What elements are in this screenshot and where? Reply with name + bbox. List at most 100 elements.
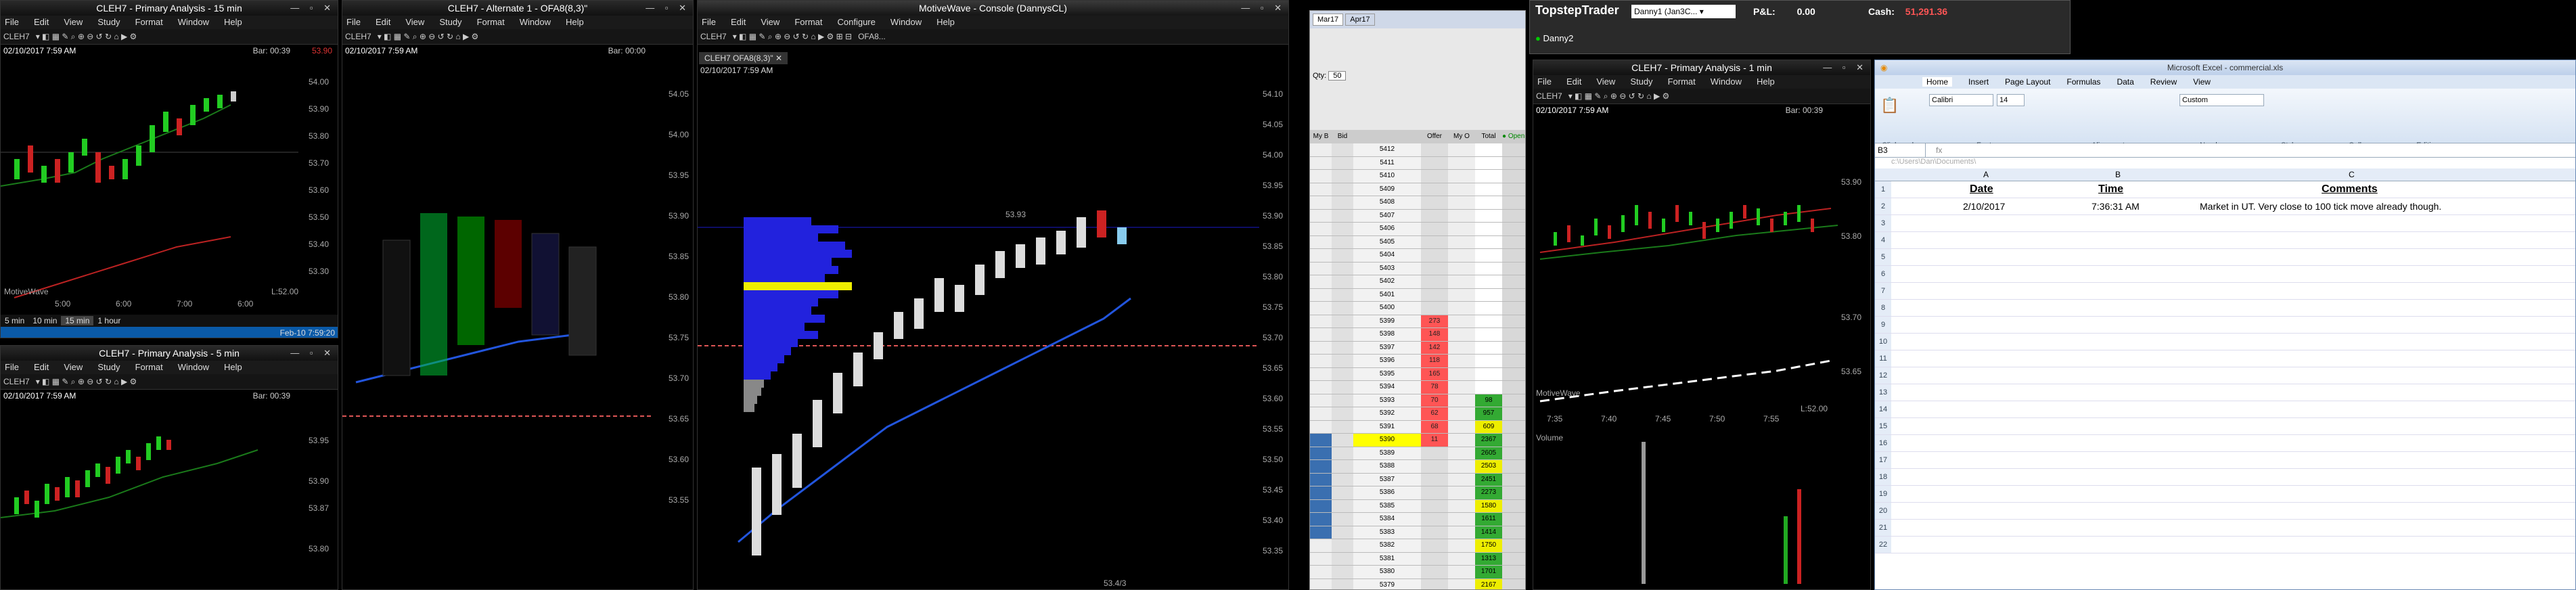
price-cell[interactable]: 5399	[1353, 315, 1421, 327]
dom-row[interactable]: 5389 2605	[1310, 447, 1525, 460]
offer-cell[interactable]	[1421, 223, 1448, 235]
sheet-row[interactable]: 19	[1875, 486, 2575, 503]
my-offer-cell[interactable]	[1448, 315, 1475, 327]
my-offer-cell[interactable]	[1448, 552, 1475, 565]
my-bid-cell[interactable]	[1310, 209, 1332, 222]
dom-row[interactable]: 5403	[1310, 262, 1525, 275]
total-cell[interactable]: 1750	[1475, 539, 1502, 552]
tab-15min[interactable]: 15 min	[61, 316, 94, 325]
offer-cell[interactable]	[1421, 499, 1448, 512]
my-bid-cell[interactable]	[1310, 143, 1332, 156]
bid-cell[interactable]	[1332, 460, 1353, 473]
tab-10min[interactable]: 10 min	[28, 316, 61, 325]
my-bid-cell[interactable]	[1310, 499, 1332, 512]
my-bid-cell[interactable]	[1310, 262, 1332, 275]
offer-cell[interactable]: 118	[1421, 355, 1448, 367]
my-bid-cell[interactable]	[1310, 447, 1332, 459]
row-number[interactable]: 16	[1875, 435, 1891, 451]
price-cell[interactable]: 5393	[1353, 394, 1421, 407]
bid-cell[interactable]	[1332, 275, 1353, 288]
data-cell[interactable]: Market in UT. Very close to 100 tick mov…	[2200, 198, 2441, 214]
row-number[interactable]: 17	[1875, 452, 1891, 468]
tab-review[interactable]: Review	[2150, 77, 2177, 87]
total-cell[interactable]: 2605	[1475, 447, 1502, 459]
offer-cell[interactable]	[1421, 539, 1448, 552]
price-cell[interactable]: 5386	[1353, 486, 1421, 499]
offer-cell[interactable]	[1421, 552, 1448, 565]
total-cell[interactable]: 2503	[1475, 460, 1502, 473]
dom-row[interactable]: 5399 273	[1310, 315, 1525, 328]
price-chart-1min[interactable]: MotiveWave L:52.00 7:35 7:40 7:45 7:50 7…	[1533, 117, 1871, 590]
total-cell[interactable]	[1475, 249, 1502, 262]
dom-row[interactable]: 5385 1580	[1310, 499, 1525, 513]
menu-file[interactable]: File	[1537, 76, 1552, 87]
dom-row[interactable]: 5412	[1310, 143, 1525, 157]
title-bar[interactable]: CLEH7 - Primary Analysis - 1 min — ▫ ✕	[1533, 60, 1870, 75]
toolbar-icons[interactable]: ▾ ◧ ▦ ✎ ⌕ ⊕ ⊖ ↺ ↻ ⌂ ▶ ⚙	[1568, 91, 1670, 101]
offer-cell[interactable]	[1421, 447, 1448, 459]
sheet-row[interactable]: 11	[1875, 350, 2575, 367]
dom-row[interactable]: 5409	[1310, 183, 1525, 196]
price-cell[interactable]: 5382	[1353, 539, 1421, 552]
price-cell[interactable]: 5387	[1353, 473, 1421, 486]
dom-row[interactable]: 5391 68 609	[1310, 420, 1525, 434]
bid-cell[interactable]	[1332, 209, 1353, 222]
price-chart-15min[interactable]: 5:00 6:00 7:00 6:00 54.00 53.90 53.80 53…	[1, 58, 338, 308]
my-offer-cell[interactable]	[1448, 235, 1475, 248]
dom-row[interactable]: 5401	[1310, 288, 1525, 302]
total-cell[interactable]: 1701	[1475, 566, 1502, 578]
menu-view[interactable]: View	[64, 17, 83, 27]
sheet-row[interactable]: 18	[1875, 469, 2575, 486]
bid-cell[interactable]	[1332, 341, 1353, 354]
dom-row[interactable]: 5411	[1310, 156, 1525, 170]
price-cell[interactable]: 5403	[1353, 262, 1421, 275]
price-cell[interactable]: 5392	[1353, 407, 1421, 420]
offer-cell[interactable]	[1421, 235, 1448, 248]
bid-cell[interactable]	[1332, 183, 1353, 196]
sheet-row[interactable]: 13	[1875, 384, 2575, 401]
menu-format[interactable]: Format	[794, 17, 822, 27]
row-number[interactable]: 9	[1875, 317, 1891, 333]
bid-cell[interactable]	[1332, 473, 1353, 486]
dom-row[interactable]: 5382 1750	[1310, 539, 1525, 553]
price-cell[interactable]: 5389	[1353, 447, 1421, 459]
row-number[interactable]: 3	[1875, 215, 1891, 231]
sheet-row[interactable]: 5	[1875, 249, 2575, 266]
total-cell[interactable]	[1475, 170, 1502, 183]
bid-cell[interactable]	[1332, 434, 1353, 447]
tab-view[interactable]: View	[2193, 77, 2211, 87]
my-offer-cell[interactable]	[1448, 460, 1475, 473]
my-offer-cell[interactable]	[1448, 367, 1475, 380]
sheet-row[interactable]: 14	[1875, 401, 2575, 418]
my-offer-cell[interactable]	[1448, 328, 1475, 341]
my-offer-cell[interactable]	[1448, 170, 1475, 183]
dom-row[interactable]: 5383 1414	[1310, 526, 1525, 539]
col-header-a[interactable]: A	[1983, 168, 1989, 181]
tab-formulas[interactable]: Formulas	[2066, 77, 2100, 87]
my-bid-cell[interactable]	[1310, 539, 1332, 552]
menu-view[interactable]: View	[64, 362, 83, 372]
menu-window[interactable]: Window	[890, 17, 922, 27]
bid-cell[interactable]	[1332, 513, 1353, 526]
toolbar-icons[interactable]: ▾ ◧ ▦ ✎ ⌕ ⊕ ⊖ ↺ ↻ ⌂ ▶ ⚙ ⊞ ⊟	[733, 32, 852, 41]
dom-row[interactable]: 5394 78	[1310, 381, 1525, 394]
bid-cell[interactable]	[1332, 367, 1353, 380]
total-cell[interactable]	[1475, 288, 1502, 301]
total-cell[interactable]: 1580	[1475, 499, 1502, 512]
row-number[interactable]: 12	[1875, 367, 1891, 384]
my-offer-cell[interactable]	[1448, 486, 1475, 499]
menu-window[interactable]: Window	[178, 17, 209, 27]
my-bid-cell[interactable]	[1310, 367, 1332, 380]
qty-field[interactable]: 50	[1328, 71, 1347, 81]
menu-format[interactable]: Format	[135, 17, 163, 27]
formula-input[interactable]: fx	[1936, 143, 1942, 157]
my-offer-cell[interactable]	[1448, 407, 1475, 420]
col-header-c[interactable]: C	[2349, 168, 2355, 181]
my-bid-cell[interactable]	[1310, 434, 1332, 447]
sheet-row[interactable]: 9	[1875, 317, 2575, 334]
price-cell[interactable]: 5409	[1353, 183, 1421, 196]
bid-cell[interactable]	[1332, 262, 1353, 275]
my-bid-cell[interactable]	[1310, 249, 1332, 262]
price-cell[interactable]: 5390	[1353, 434, 1421, 447]
tab-apr17[interactable]: Apr17	[1345, 14, 1375, 26]
